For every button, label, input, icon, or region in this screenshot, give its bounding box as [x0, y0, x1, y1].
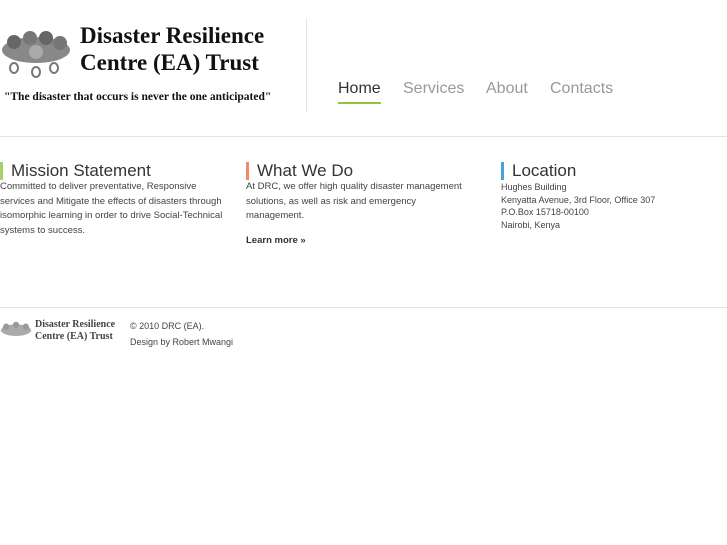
logo-image[interactable]	[0, 28, 72, 80]
nav-home[interactable]: Home	[338, 80, 381, 104]
header-rule	[0, 136, 727, 137]
address-line: Kenyatta Avenue, 3rd Floor, Office 307	[501, 194, 656, 205]
footer-logo-line-2: Centre (EA) Trust	[35, 331, 113, 342]
nav-services[interactable]: Services	[403, 80, 464, 98]
location-section: Location Hughes Building Kenyatta Avenue…	[501, 162, 721, 231]
logo-title[interactable]: Disaster Resilience Centre (EA) Trust	[80, 22, 264, 76]
header-divider	[306, 18, 307, 111]
learn-more-link[interactable]: Learn more »	[246, 235, 306, 246]
footer-logo-title: Disaster Resilience Centre (EA) Trust	[35, 319, 115, 343]
copyright: © 2010 DRC (EA).	[130, 321, 205, 331]
nav-about[interactable]: About	[486, 80, 528, 98]
footer-rule	[0, 307, 727, 308]
footer-logo-line-1: Disaster Resilience	[35, 319, 116, 330]
logo-line-1: Disaster Resilience	[80, 23, 265, 48]
whatwedo-section: What We Do At DRC, we offer high quality…	[246, 162, 474, 248]
design-credit: Design by Robert Mwangi	[130, 337, 234, 347]
mission-title: Mission Statement	[0, 162, 232, 180]
location-title: Location	[501, 162, 721, 180]
footer-logo-image	[0, 320, 32, 349]
tagline: "The disaster that occurs is never the o…	[4, 91, 272, 103]
whatwedo-text: At DRC, we offer high quality disaster m…	[246, 181, 462, 221]
address-line: Nairobi, Kenya	[501, 219, 561, 230]
address-line: Hughes Building	[501, 182, 567, 192]
address-line: P.O.Box 15718-00100	[501, 207, 589, 217]
logo-line-2: Centre (EA) Trust	[80, 50, 259, 75]
nav-contacts[interactable]: Contacts	[550, 80, 613, 98]
mission-text: Committed to deliver preventative, Respo…	[0, 181, 223, 236]
mission-section: Mission Statement Committed to deliver p…	[0, 162, 232, 238]
whatwedo-title: What We Do	[246, 162, 474, 180]
